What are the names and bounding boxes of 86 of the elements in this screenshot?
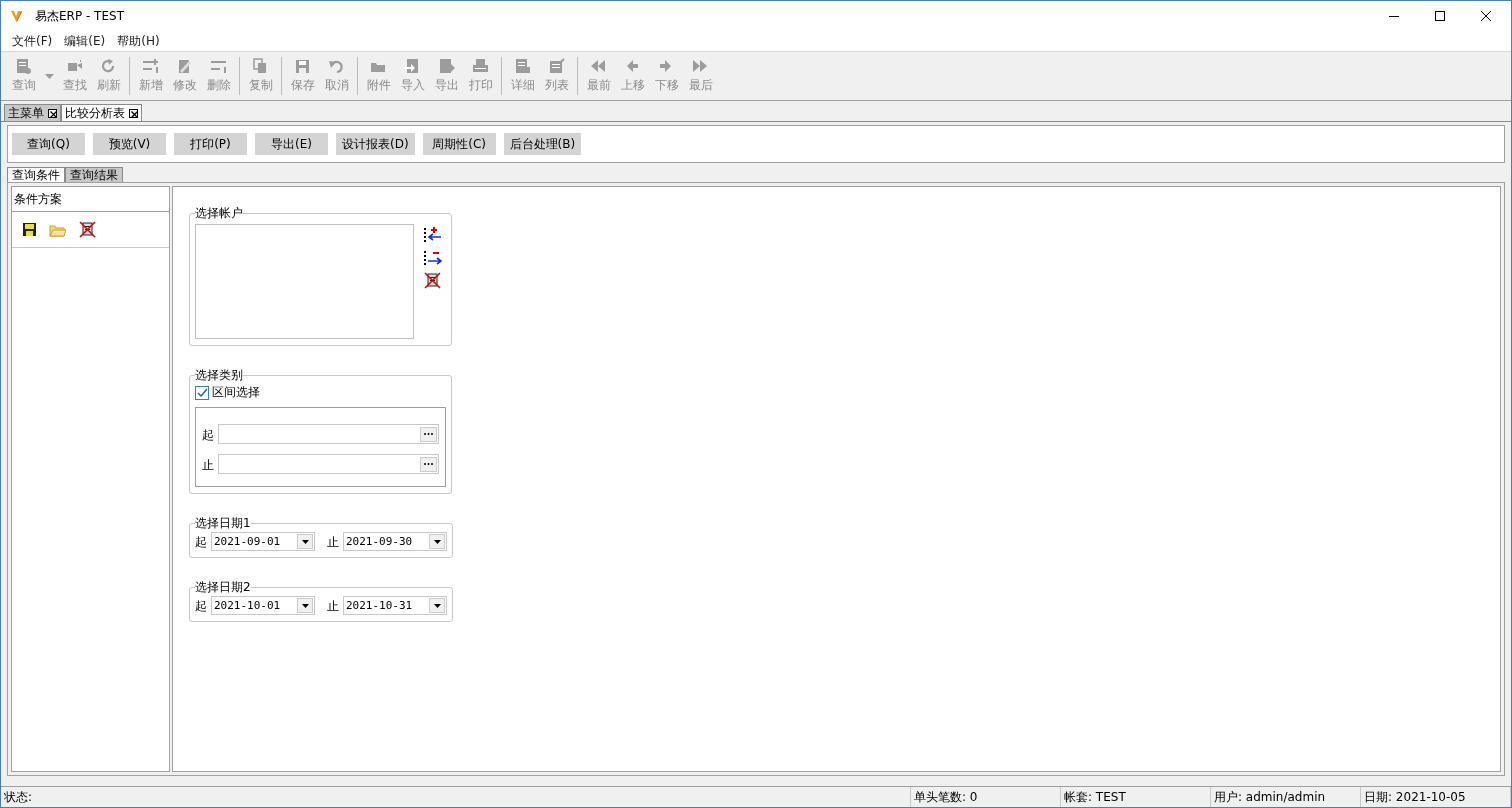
tab-close-button[interactable] xyxy=(129,108,138,118)
undo-icon xyxy=(328,58,345,74)
status-text: 状态: xyxy=(1,787,911,807)
delete-icon[interactable] xyxy=(424,272,441,289)
logo-icon xyxy=(10,9,23,23)
copy-icon xyxy=(252,58,269,74)
dropdown-button[interactable] xyxy=(297,534,313,549)
save-icon xyxy=(294,58,311,74)
checkbox-label: 区间选择 xyxy=(212,384,260,401)
group-title: 选择日期2 xyxy=(195,579,251,596)
group-title: 选择帐户 xyxy=(195,205,243,222)
group-title: 选择类别 xyxy=(195,367,243,384)
input-field[interactable] xyxy=(218,424,439,444)
date-field[interactable]: 2021-09-01 xyxy=(211,532,315,551)
status-cell: 帐套: TEST xyxy=(1061,787,1211,807)
delete-rows-icon xyxy=(210,58,227,74)
field-label: 止 xyxy=(327,534,340,551)
date-value: 2021-10-01 xyxy=(214,599,281,612)
action-button[interactable]: 查询(Q) xyxy=(12,133,85,155)
tab-label: 比较分析表 xyxy=(65,104,125,122)
document-tab[interactable]: 主菜单 xyxy=(4,104,61,121)
dropdown-button[interactable] xyxy=(429,534,445,549)
action-button[interactable]: 打印(P) xyxy=(174,133,247,155)
close-icon xyxy=(1481,11,1491,21)
field-label: 起 xyxy=(195,534,208,551)
caret-icon xyxy=(301,603,309,608)
remove-icon[interactable] xyxy=(424,249,442,266)
menu-item[interactable]: 文件(F) xyxy=(6,32,59,50)
view-tab[interactable]: 查询条件 xyxy=(7,167,65,182)
field-label: 止 xyxy=(202,457,215,474)
date-field[interactable]: 2021-10-31 xyxy=(343,596,447,615)
panel-title: 条件方案 xyxy=(12,187,169,212)
field-label: 起 xyxy=(202,427,215,444)
date-field[interactable]: 2021-10-01 xyxy=(211,596,315,615)
tab-close-button[interactable] xyxy=(48,108,57,118)
window-title: 易杰ERP - TEST xyxy=(35,7,124,25)
refresh-icon xyxy=(100,58,117,74)
menu-item[interactable]: 帮助(H) xyxy=(111,32,166,50)
add-rows-icon xyxy=(142,58,159,74)
date-value: 2021-09-30 xyxy=(346,535,413,548)
document-tab[interactable]: 比较分析表 xyxy=(61,104,142,121)
close-icon xyxy=(49,109,58,119)
checkbox[interactable] xyxy=(195,385,209,400)
caret-icon xyxy=(44,73,54,79)
detail-icon xyxy=(514,58,531,74)
date-value: 2021-10-31 xyxy=(346,599,413,612)
caret-icon xyxy=(433,603,441,608)
printer-icon xyxy=(472,58,489,74)
tab-label: 主菜单 xyxy=(8,104,44,122)
maximize-icon xyxy=(1435,11,1445,21)
dropdown-button[interactable] xyxy=(297,598,313,613)
action-button[interactable]: 预览(V) xyxy=(93,133,166,155)
date-field[interactable]: 2021-09-30 xyxy=(343,532,447,551)
check-icon xyxy=(196,388,208,397)
ellipsis-icon xyxy=(423,432,434,436)
caret-icon xyxy=(301,539,309,544)
status-cell: 用户: admin/admin xyxy=(1211,787,1361,807)
status-cell: 单头笔数: 0 xyxy=(911,787,1061,807)
date-value: 2021-09-01 xyxy=(214,535,281,548)
double-arrow-right-icon xyxy=(692,58,709,74)
import-icon xyxy=(404,58,421,74)
delete-icon[interactable] xyxy=(79,221,96,238)
field-label: 起 xyxy=(195,598,208,615)
add-icon[interactable] xyxy=(424,226,442,243)
browse-button[interactable] xyxy=(420,426,437,442)
action-button[interactable]: 设计报表(D) xyxy=(336,133,415,155)
edit-icon xyxy=(176,58,193,74)
save-icon[interactable] xyxy=(22,222,37,237)
group-title: 选择日期1 xyxy=(195,515,251,532)
input-field[interactable] xyxy=(218,454,439,474)
view-tab[interactable]: 查询结果 xyxy=(65,167,123,182)
export-icon xyxy=(438,58,455,74)
menu-item[interactable]: 编辑(E) xyxy=(58,32,112,50)
double-arrow-left-icon xyxy=(590,58,607,74)
status-cell: 日期: 2021-10-05 xyxy=(1361,787,1511,807)
document-icon xyxy=(15,58,32,74)
close-icon xyxy=(130,109,139,119)
dropdown-button[interactable] xyxy=(429,598,445,613)
ellipsis-icon xyxy=(423,462,434,466)
action-button[interactable]: 导出(E) xyxy=(255,133,328,155)
action-button[interactable]: 周期性(C) xyxy=(422,133,496,155)
action-button[interactable]: 后台处理(B) xyxy=(503,133,582,155)
browse-button[interactable] xyxy=(420,456,437,472)
caret-icon xyxy=(433,539,441,544)
list-icon xyxy=(548,58,565,74)
field-label: 止 xyxy=(327,598,340,615)
